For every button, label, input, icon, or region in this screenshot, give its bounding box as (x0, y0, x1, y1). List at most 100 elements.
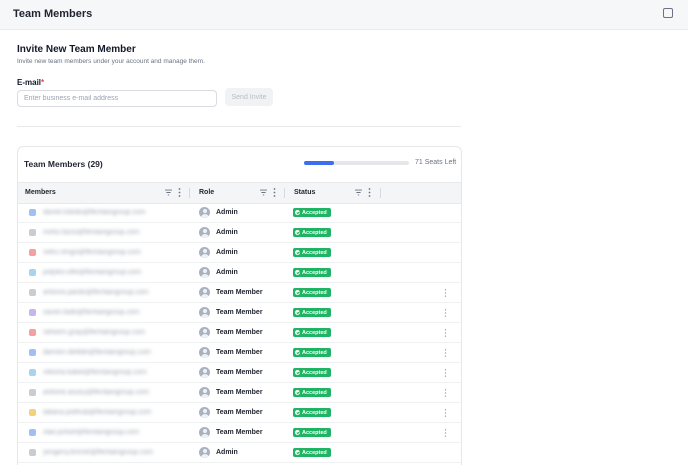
member-icon (29, 309, 36, 316)
member-email: yevgeny.brenet@flentaingroup.com (43, 449, 154, 456)
status-text: Accepted (302, 289, 327, 296)
status-text: Accepted (302, 349, 327, 356)
email-label-text: E-mail (17, 78, 42, 87)
status-badge: Accepted (293, 308, 331, 317)
member-email: vlae.potsel@flentaingroup.com (43, 429, 140, 436)
filter-icon[interactable] (165, 189, 172, 196)
table-row[interactable]: neko.rengo@flentaingroup.com Admin Accepte… (18, 243, 461, 263)
member-role: Team Member (216, 309, 263, 316)
status-badge: Accepted (293, 328, 331, 337)
invite-title: Invite New Team Member (17, 44, 136, 55)
status-badge: Accepted (293, 288, 331, 297)
send-invite-button[interactable]: Send Invite (225, 88, 273, 106)
check-icon (295, 330, 300, 335)
expand-icon[interactable] (663, 8, 673, 18)
member-role: Team Member (216, 389, 263, 396)
table-row[interactable]: tatiana.polihub@flentaingroup.com Team Me… (18, 403, 461, 423)
table-row[interactable]: raheem.gray@flentaingroup.com Team Member… (18, 323, 461, 343)
column-members: Members (18, 183, 190, 203)
column-menu-icon[interactable] (273, 188, 276, 197)
member-icon (29, 329, 36, 336)
table-row[interactable]: antoine.assey@flentaingroup.com Team Memb… (18, 383, 461, 403)
status-text: Accepted (302, 209, 327, 216)
table-row[interactable]: daniel.toledo@flentaingroup.com Admin Acce… (18, 203, 461, 223)
table-row[interactable]: xavier.fade@flentaingroup.com Team Member… (18, 303, 461, 323)
column-status-label: Status (294, 189, 316, 196)
check-icon (295, 390, 300, 395)
member-role: Admin (216, 449, 238, 456)
row-menu-icon[interactable] (444, 349, 447, 357)
row-menu-icon[interactable] (444, 429, 447, 437)
avatar (199, 227, 210, 238)
section-divider (17, 126, 461, 127)
email-input[interactable] (17, 90, 217, 107)
avatar (199, 447, 210, 458)
table-row[interactable]: antonio.pardo@flentaingroup.com Team Memb… (18, 283, 461, 303)
status-badge: Accepted (293, 388, 331, 397)
member-icon (29, 349, 36, 356)
status-badge: Accepted (293, 428, 331, 437)
column-menu-icon[interactable] (368, 188, 371, 197)
status-text: Accepted (302, 329, 327, 336)
status-text: Accepted (302, 229, 327, 236)
row-menu-icon[interactable] (444, 369, 447, 377)
member-email: xavier.fade@flentaingroup.com (43, 309, 140, 316)
table-row[interactable]: mirko.fazio@flentaingroup.com Admin Accept… (18, 223, 461, 243)
member-icon (29, 249, 36, 256)
status-text: Accepted (302, 389, 327, 396)
status-badge: Accepted (293, 268, 331, 277)
row-menu-icon[interactable] (444, 289, 447, 297)
table-row[interactable]: viktoria.kabel@flentaingroup.com Team Mem… (18, 363, 461, 383)
seats-left-label: 71 Seats Left (415, 159, 457, 166)
column-menu-icon[interactable] (178, 188, 181, 197)
row-menu-icon[interactable] (444, 329, 447, 337)
row-menu-icon[interactable] (444, 409, 447, 417)
email-label: E-mail* (17, 78, 44, 87)
seat-progress-fill (304, 161, 335, 165)
check-icon (295, 370, 300, 375)
avatar (199, 407, 210, 418)
member-role: Team Member (216, 289, 263, 296)
table-row[interactable]: jodyleo.elfe@flentaingroup.com Admin Accep… (18, 263, 461, 283)
member-email: antonio.pardo@flentaingroup.com (43, 289, 149, 296)
check-icon (295, 350, 300, 355)
member-email: tatiana.polihub@flentaingroup.com (43, 409, 152, 416)
check-icon (295, 450, 300, 455)
status-badge: Accepted (293, 448, 331, 457)
member-icon (29, 409, 36, 416)
app-header: Team Members (0, 0, 688, 30)
check-icon (295, 210, 300, 215)
member-email: viktoria.kabel@flentaingroup.com (43, 369, 147, 376)
row-menu-icon[interactable] (444, 389, 447, 397)
check-icon (295, 230, 300, 235)
status-badge: Accepted (293, 208, 331, 217)
member-role: Team Member (216, 409, 263, 416)
check-icon (295, 310, 300, 315)
column-separator (380, 188, 381, 198)
member-icon (29, 229, 36, 236)
row-menu-icon[interactable] (444, 309, 447, 317)
member-role: Admin (216, 269, 238, 276)
filter-icon[interactable] (355, 189, 362, 196)
member-email: antoine.assey@flentaingroup.com (43, 389, 149, 396)
check-icon (295, 410, 300, 415)
member-icon (29, 269, 36, 276)
member-email: mirko.fazio@flentaingroup.com (43, 229, 140, 236)
required-mark: * (41, 78, 45, 87)
status-badge: Accepted (293, 248, 331, 257)
filter-icon[interactable] (260, 189, 267, 196)
table-row[interactable]: vlae.potsel@flentaingroup.com Team Member… (18, 423, 461, 443)
check-icon (295, 270, 300, 275)
status-text: Accepted (302, 249, 327, 256)
table-row[interactable]: yevgeny.brenet@flentaingroup.com Admin Acc… (18, 443, 461, 463)
table-row[interactable]: damien.delilde@flentaingroup.com Team Mem… (18, 343, 461, 363)
avatar (199, 207, 210, 218)
status-text: Accepted (302, 269, 327, 276)
member-role: Team Member (216, 429, 263, 436)
member-email: raheem.gray@flentaingroup.com (43, 329, 146, 336)
avatar (199, 387, 210, 398)
member-role: Team Member (216, 329, 263, 336)
column-status: Status (285, 183, 385, 203)
check-icon (295, 290, 300, 295)
status-text: Accepted (302, 369, 327, 376)
